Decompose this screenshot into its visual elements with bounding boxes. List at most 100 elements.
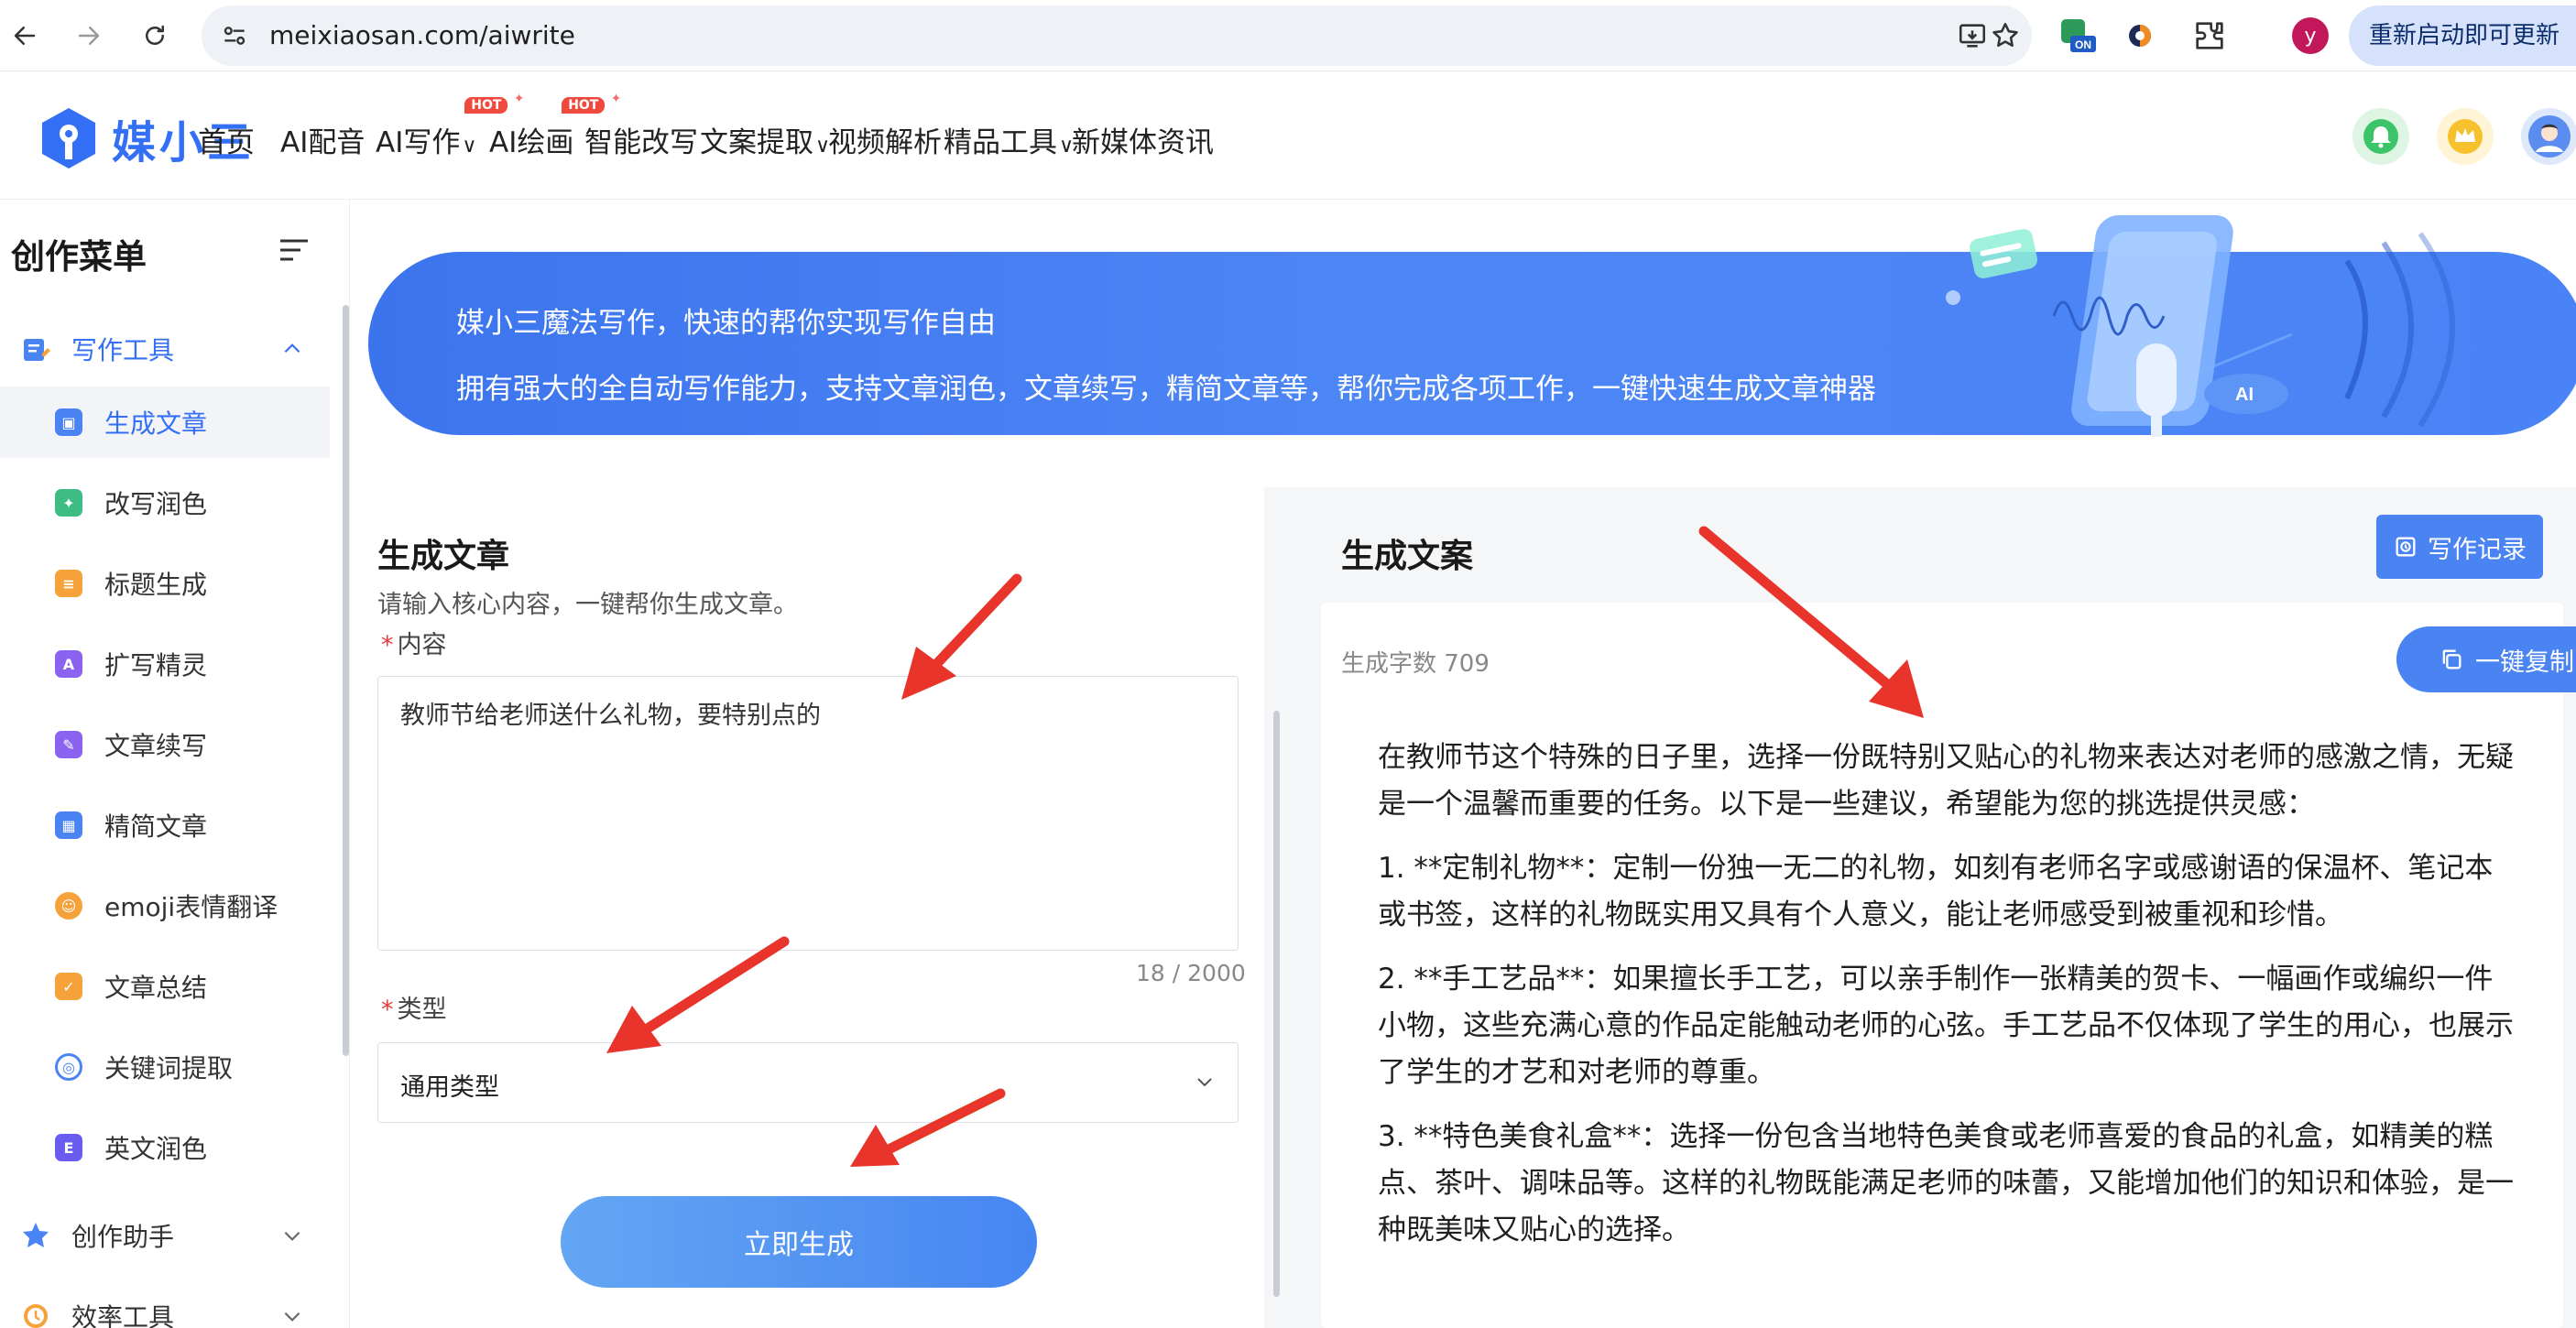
sidebar-item-label: 关键词提取 bbox=[104, 1053, 234, 1083]
nav-video-parse-label: 视频解析 bbox=[828, 126, 942, 159]
nav-smart-rewrite-label: 智能改写 bbox=[584, 126, 698, 159]
extension-on-icon[interactable]: ON bbox=[2059, 17, 2096, 54]
output-title: 生成文案 bbox=[1341, 538, 1474, 575]
generated-paragraph: 2. **手工艺品**：如果擅长手工艺，可以亲手制作一张精美的贺卡、一幅画作或编… bbox=[1378, 963, 2514, 1089]
sidebar-item-continue-writing[interactable]: ✎ 文章续写 bbox=[0, 709, 330, 780]
type-select-value: 通用类型 bbox=[400, 1073, 499, 1102]
copy-icon bbox=[2442, 649, 2461, 669]
bookmark-star-icon[interactable] bbox=[1990, 20, 2021, 51]
nav-copy-extract-label: 文案提取 bbox=[700, 126, 813, 159]
writing-history-button[interactable]: 写作记录 bbox=[2376, 515, 2543, 579]
history-icon bbox=[2396, 537, 2416, 557]
type-label-text: 类型 bbox=[397, 996, 447, 1024]
crown-icon[interactable] bbox=[2437, 108, 2494, 165]
sidebar-scrollbar[interactable] bbox=[343, 305, 349, 1056]
generated-paragraph: 在教师节这个特殊的日子里，选择一份既特别又贴心的礼物来表达对老师的感激之情，无疑… bbox=[1378, 741, 2514, 821]
address-bar[interactable]: meixiaosan.com/aiwrite bbox=[202, 5, 2032, 66]
chevron-down-icon bbox=[1197, 1078, 1212, 1087]
sidebar-group-efficiency-tools[interactable]: 效率工具 bbox=[0, 1286, 330, 1328]
nav-home-label: 首页 bbox=[198, 126, 255, 159]
install-app-icon[interactable] bbox=[1957, 20, 1988, 51]
generated-text: 在教师节这个特殊的日子里，选择一份既特别又贴心的礼物来表达对老师的感激之情，无疑… bbox=[1378, 735, 2514, 1271]
continue-writing-icon: ✎ bbox=[55, 731, 82, 758]
user-avatar-icon[interactable] bbox=[2521, 108, 2576, 165]
word-count: 生成字数 709 bbox=[1341, 650, 1490, 678]
hero-banner: 媒小三魔法写作，快速的帮你实现写作自由 拥有强大的全自动写作能力，支持文章润色，… bbox=[368, 215, 2576, 437]
nav-ai-painting[interactable]: AI绘画 HOT bbox=[489, 92, 622, 160]
simplify-article-icon: ▦ bbox=[55, 811, 82, 839]
nav-premium-tools-label: 精品工具 bbox=[944, 126, 1057, 159]
site-settings-icon[interactable] bbox=[220, 21, 249, 50]
sidebar-item-rewrite-polish[interactable]: ✦ 改写润色 bbox=[0, 467, 330, 539]
ai-badge-text: AI bbox=[2235, 385, 2254, 405]
sidebar-item-emoji-translate[interactable]: ☺ emoji表情翻译 bbox=[0, 870, 330, 942]
type-select[interactable]: 通用类型 bbox=[377, 1042, 1239, 1123]
nav-smart-rewrite[interactable]: 智能改写 bbox=[584, 119, 698, 160]
sidebar-item-title-generate[interactable]: ≡ 标题生成 bbox=[0, 548, 330, 619]
expand-writer-icon: A bbox=[55, 650, 82, 678]
nav-copy-extract[interactable]: 文案提取∨ bbox=[700, 119, 830, 160]
output-card: 生成字数 709 一键复制 在教师节这个特殊的日子里，选择一份既特别又贴心的礼物… bbox=[1321, 603, 2576, 1328]
char-counter: 18 / 2000 bbox=[1136, 960, 1246, 986]
profile-avatar[interactable]: y bbox=[2292, 17, 2329, 54]
required-mark: * bbox=[381, 996, 394, 1024]
logo-mark-icon bbox=[42, 108, 95, 169]
nav-new-media-news[interactable]: 新媒体资讯 bbox=[1072, 119, 1214, 160]
sidebar-item-generate-article[interactable]: ▣ 生成文章 bbox=[0, 386, 330, 458]
content-label-text: 内容 bbox=[397, 631, 447, 659]
extensions-puzzle-icon[interactable] bbox=[2191, 17, 2228, 54]
reload-icon[interactable] bbox=[137, 18, 172, 53]
hot-badge: HOT bbox=[464, 92, 525, 114]
sidebar-item-keyword-extract[interactable]: ◎ 关键词提取 bbox=[0, 1031, 330, 1103]
sidebar-group-writing-tools[interactable]: 写作工具 bbox=[0, 319, 330, 379]
extension-swirl-icon[interactable] bbox=[2122, 17, 2158, 54]
hot-badge: HOT bbox=[562, 92, 622, 114]
output-scrollbar[interactable] bbox=[1273, 711, 1280, 1297]
sidebar-item-label: 文章总结 bbox=[104, 973, 208, 1003]
type-label: * 类型 bbox=[381, 989, 447, 1025]
required-mark: * bbox=[381, 631, 394, 659]
menu-collapse-icon[interactable] bbox=[278, 236, 310, 264]
sidebar-item-label: 文章续写 bbox=[104, 731, 208, 761]
sidebar-item-simplify-article[interactable]: ▦ 精简文章 bbox=[0, 789, 330, 861]
relaunch-update-button[interactable]: 重新启动即可更新 bbox=[2349, 5, 2576, 66]
forward-icon[interactable] bbox=[71, 18, 106, 53]
article-summary-icon: ✓ bbox=[55, 973, 82, 1000]
writing-history-label: 写作记录 bbox=[2428, 535, 2527, 564]
browser-toolbar: meixiaosan.com/aiwrite ON y 重新启动即可更新 bbox=[0, 0, 2576, 71]
profile-initial: y bbox=[2304, 24, 2317, 48]
sidebar-item-english-polish[interactable]: E 英文润色 bbox=[0, 1112, 330, 1183]
sidebar-item-expand-writer[interactable]: A 扩写精灵 bbox=[0, 628, 330, 700]
sidebar-item-label: 扩写精灵 bbox=[104, 650, 208, 680]
nav-ai-painting-label: AI绘画 bbox=[489, 126, 574, 159]
nav-video-parse[interactable]: 视频解析 bbox=[828, 119, 942, 160]
chevron-down-icon bbox=[284, 1312, 300, 1322]
generate-article-form: 生成文章 请输入核心内容，一键帮你生成文章。 * 内容 教师节给老师送什么礼物，要… bbox=[350, 487, 1262, 1328]
copy-all-button[interactable]: 一键复制 bbox=[2396, 626, 2576, 692]
nav-home[interactable]: 首页 bbox=[198, 119, 255, 160]
generate-button[interactable]: 立即生成 bbox=[561, 1196, 1037, 1288]
sidebar-item-label: 改写润色 bbox=[104, 489, 208, 519]
title-generate-icon: ≡ bbox=[55, 570, 82, 597]
chevron-down-icon bbox=[284, 1231, 300, 1241]
sidebar-group-label: 效率工具 bbox=[71, 1302, 175, 1328]
url-text[interactable]: meixiaosan.com/aiwrite bbox=[269, 20, 575, 50]
sidebar-item-label: 英文润色 bbox=[104, 1134, 208, 1164]
sidebar: 创作菜单 写作工具 ▣ 生成文章 ✦ 改写润色 ≡ 标题生成 A 扩写精灵 ✎ … bbox=[0, 200, 350, 1328]
sidebar-group-label: 创作助手 bbox=[71, 1222, 175, 1252]
back-icon[interactable] bbox=[7, 18, 42, 53]
output-panel: 生成文案 写作记录 生成字数 709 一键复制 在教师节这个特殊的日子里，选择一… bbox=[1264, 487, 2576, 1328]
generated-paragraph: 1. **定制礼物**：定制一份独一无二的礼物，如刻有老师名字或感谢语的保温杯、… bbox=[1378, 852, 2494, 931]
nav-ai-writing[interactable]: AI写作∨ HOT bbox=[376, 92, 525, 160]
nav-ai-voice-label: AI配音 bbox=[280, 126, 366, 159]
nav-ai-writing-label: AI写作 bbox=[376, 126, 461, 159]
generate-article-icon: ▣ bbox=[55, 408, 82, 436]
content-textarea[interactable]: 教师节给老师送什么礼物，要特别点的 bbox=[377, 676, 1239, 951]
nav-ai-voice[interactable]: AI配音 bbox=[280, 119, 365, 160]
form-title: 生成文章 bbox=[377, 538, 510, 575]
bell-icon[interactable] bbox=[2352, 108, 2409, 165]
sidebar-title: 创作菜单 bbox=[11, 237, 147, 277]
sidebar-item-article-summary[interactable]: ✓ 文章总结 bbox=[0, 951, 330, 1022]
nav-premium-tools[interactable]: 精品工具∨ bbox=[944, 119, 1074, 160]
sidebar-group-creation-assistant[interactable]: 创作助手 bbox=[0, 1205, 330, 1266]
